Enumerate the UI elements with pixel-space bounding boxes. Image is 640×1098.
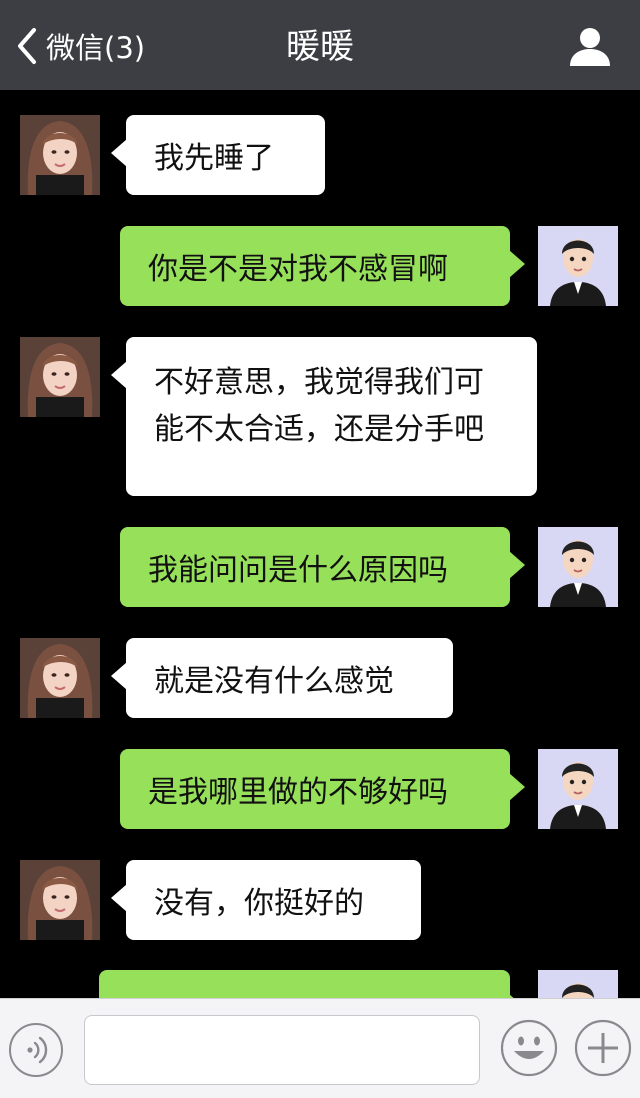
message-bubble-received[interactable]: 就是没有什么感觉 bbox=[111, 638, 453, 718]
message-bubble-received[interactable]: 不好意思，我觉得我们可能不太合适，还是分手吧 bbox=[111, 337, 537, 496]
contact-avatar[interactable] bbox=[20, 115, 100, 195]
my-avatar-image bbox=[538, 749, 618, 829]
contact-avatar[interactable] bbox=[20, 337, 100, 417]
message-input[interactable] bbox=[84, 1015, 480, 1085]
bubble-tail bbox=[509, 250, 525, 278]
voice-icon bbox=[27, 1036, 48, 1064]
contact-avatar[interactable] bbox=[20, 860, 100, 940]
my-avatar-image bbox=[538, 226, 618, 306]
message-text: 我能问问是什么原因吗 bbox=[148, 553, 448, 588]
bubble-tail bbox=[509, 773, 525, 801]
bubble-tail bbox=[111, 662, 127, 690]
chat-title: 暖暖 bbox=[286, 27, 354, 67]
message-bubble-received[interactable]: 没有，你挺好的 bbox=[111, 860, 421, 940]
message-text: 没有，你挺好的 bbox=[154, 886, 364, 921]
bubble-tail bbox=[111, 361, 127, 389]
person-icon[interactable] bbox=[568, 24, 612, 68]
plus-icon[interactable] bbox=[574, 1019, 632, 1077]
my-avatar-image bbox=[538, 527, 618, 607]
bubble-tail bbox=[111, 139, 127, 167]
message-bubble-sent[interactable]: 是我哪里做的不够好吗 bbox=[120, 749, 525, 829]
message-bubble-sent[interactable]: 你是不是对我不感冒啊 bbox=[120, 226, 525, 306]
voice-button[interactable] bbox=[9, 1023, 63, 1077]
nav-bar: 微信(3) 暖暖 bbox=[0, 0, 640, 90]
message-text: 是我哪里做的不够好吗 bbox=[148, 775, 448, 810]
contact-avatar-image bbox=[20, 860, 100, 940]
contact-avatar[interactable] bbox=[20, 638, 100, 718]
my-avatar[interactable] bbox=[538, 749, 618, 829]
contact-avatar-image bbox=[20, 115, 100, 195]
my-avatar[interactable] bbox=[538, 527, 618, 607]
message-text: 我先睡了 bbox=[154, 141, 274, 176]
my-avatar[interactable] bbox=[538, 226, 618, 306]
bubble-tail bbox=[111, 884, 127, 912]
input-bar bbox=[0, 998, 640, 1098]
message-bubble-sent[interactable]: 我能问问是什么原因吗 bbox=[120, 527, 525, 607]
message-text: 就是没有什么感觉 bbox=[154, 664, 394, 699]
smiley-icon[interactable] bbox=[500, 1019, 558, 1077]
chat-screen: 微信(3) 暖暖 我先睡了 你是不是对我不感冒啊 不好意思，我觉得我们可能不太合… bbox=[0, 0, 640, 1098]
message-text: 不好意思，我觉得我们可能不太合适，还是分手吧 bbox=[154, 365, 484, 447]
contact-avatar-image bbox=[20, 638, 100, 718]
message-text: 你是不是对我不感冒啊 bbox=[148, 252, 448, 287]
contact-avatar-image bbox=[20, 337, 100, 417]
message-bubble-received[interactable]: 我先睡了 bbox=[111, 115, 325, 195]
bubble-tail bbox=[509, 551, 525, 579]
